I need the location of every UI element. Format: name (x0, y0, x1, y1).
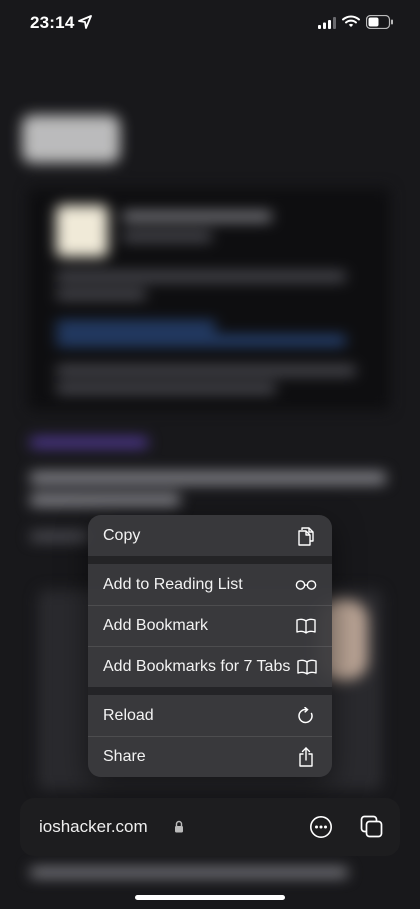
tabs-icon[interactable] (360, 815, 384, 844)
blurred-category-tag (30, 438, 148, 447)
menu-item-share[interactable]: Share (88, 736, 332, 777)
blurred-text-line (30, 532, 90, 541)
menu-item-reload[interactable]: Reload (88, 695, 332, 736)
glasses-icon (295, 574, 317, 596)
address-bar[interactable]: ioshacker.com (20, 798, 400, 856)
menu-item-label: Share (103, 748, 146, 765)
menu-item-label: Add Bookmarks for 7 Tabs (103, 658, 291, 675)
blurred-thumbnail (56, 205, 108, 257)
blurred-text-line (122, 212, 272, 221)
battery-icon (365, 14, 394, 34)
signal-icon (318, 16, 336, 34)
blurred-text-line (56, 366, 356, 375)
blurred-headline-line (30, 472, 386, 484)
more-options-icon[interactable] (309, 815, 333, 844)
url-text[interactable]: ioshacker.com (39, 817, 148, 837)
blurred-link-line (56, 336, 346, 345)
menu-group-separator (88, 556, 332, 564)
lock-icon (174, 820, 184, 838)
blurred-link-line (56, 322, 216, 331)
wifi-icon (342, 15, 360, 33)
book-icon (295, 615, 317, 637)
blurred-text-line (30, 868, 348, 877)
share-icon (295, 746, 317, 768)
context-menu: Copy Add to Reading List Add Bookmark Ad… (88, 515, 332, 777)
menu-item-copy[interactable]: Copy (88, 515, 332, 556)
reload-icon (295, 705, 317, 727)
blurred-text-line (56, 272, 346, 281)
status-time: 23:14 (30, 13, 75, 32)
status-bar: 23:14 (0, 0, 420, 48)
menu-item-label: Copy (103, 526, 141, 544)
copy-document-icon (295, 525, 317, 547)
book-icon (296, 656, 317, 678)
blurred-text-line (122, 232, 212, 241)
home-indicator[interactable] (135, 895, 285, 900)
blurred-logo (22, 115, 120, 163)
blurred-headline-line (30, 494, 180, 506)
menu-item-label: Reload (103, 706, 154, 724)
menu-item-add-bookmarks-for-tabs[interactable]: Add Bookmarks for 7 Tabs (88, 646, 332, 687)
location-arrow-icon (78, 15, 92, 34)
menu-item-add-to-reading-list[interactable]: Add to Reading List (88, 564, 332, 605)
safari-screen: 23:14 Copy Add to Reading List Add Bookm… (0, 0, 420, 909)
menu-item-label: Add Bookmark (103, 617, 208, 634)
blurred-text-line (56, 384, 276, 393)
menu-item-add-bookmark[interactable]: Add Bookmark (88, 605, 332, 646)
blurred-text-line (56, 290, 146, 299)
menu-item-label: Add to Reading List (103, 575, 243, 593)
menu-group-separator (88, 687, 332, 695)
